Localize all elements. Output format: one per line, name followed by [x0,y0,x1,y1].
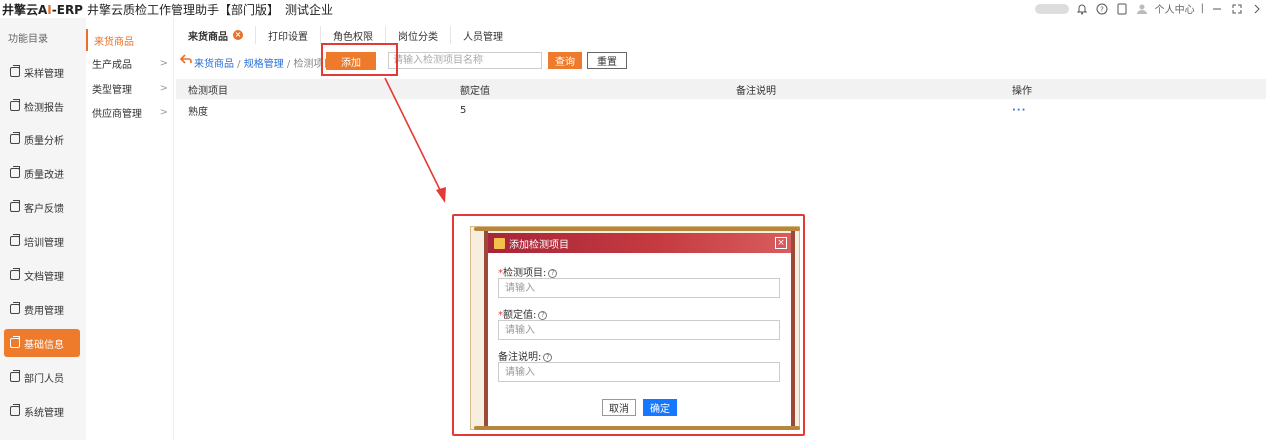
tab-label: 人员管理 [463,31,503,43]
sidebar-item-reports[interactable]: 检测报告 [4,92,80,120]
sidebar-item-label: 质量分析 [24,135,64,147]
top-bar: 井擎云AI-ERP 井擎云质检工作管理助手【部门版】 测试企业 ? 个人中心 | [0,0,1268,18]
close-icon[interactable]: × [233,30,243,40]
sidebar-item-label: 文档管理 [24,271,64,283]
sidebar-item-label: 基础信息 [24,339,64,351]
window-icon [10,268,20,280]
sidebar-item-label: 检测报告 [24,102,64,114]
sidebar-item-label: 培训管理 [24,237,64,249]
subnav-item-label: 供应商管理 [92,108,142,120]
tab-incoming-goods[interactable]: 来货商品 × [176,26,256,44]
tab-position-categories[interactable]: 岗位分类 [386,26,451,44]
sidebar-item-basic-info[interactable]: 基础信息 [4,329,80,357]
column-header: 操作 [1012,85,1032,97]
tab-label: 来货商品 [188,31,228,43]
help-icon[interactable]: ? [1095,2,1109,16]
window-icon [10,370,20,382]
column-header: 额定值 [460,85,490,97]
chevron-right-icon[interactable] [1250,2,1264,16]
tab-personnel-management[interactable]: 人员管理 [451,26,515,44]
subnav-item-type-management[interactable]: 类型管理 > [86,77,174,99]
table-header: 检测项目 额定值 备注说明 操作 [176,79,1266,99]
window-icon [10,200,20,212]
app-title: 井擎云质检工作管理助手【部门版】 [86,2,279,17]
sidebar-item-sampling[interactable]: 采样管理 [4,58,80,86]
window-icon [10,404,20,416]
topbar-actions: ? 个人中心 | [1034,1,1264,16]
modal-highlight [452,214,805,436]
table-row[interactable]: 熟度 5 ··· [176,99,1266,121]
window-icon [10,166,20,178]
tab-print-settings[interactable]: 打印设置 [256,26,321,44]
subnav-item-incoming-goods[interactable]: 来货商品 [86,29,174,51]
svg-text:?: ? [1100,5,1104,13]
breadcrumb-separator: / [234,59,244,70]
cell-rated-value: 5 [460,104,467,116]
sidebar-title: 功能目录 [8,34,48,45]
sidebar-item-training[interactable]: 培训管理 [4,227,80,255]
breadcrumb-link-spec-management[interactable]: 规格管理 [244,59,284,70]
theme-toggle[interactable] [1034,3,1069,14]
chevron-right-icon: > [159,57,168,69]
back-arrow-icon[interactable] [179,53,192,67]
column-header: 备注说明 [736,85,776,97]
sidebar-item-quality-analysis[interactable]: 质量分析 [4,125,80,153]
tab-label: 打印设置 [268,31,308,43]
data-table: 检测项目 额定值 备注说明 操作 熟度 5 ··· [176,79,1266,121]
sidebar-item-feedback[interactable]: 客户反馈 [4,193,80,221]
tab-label: 岗位分类 [398,31,438,43]
bell-icon[interactable] [1075,2,1089,16]
window-icon [10,234,20,246]
breadcrumb-link-incoming-goods[interactable]: 来货商品 [194,59,234,70]
cell-item: 熟度 [188,106,208,118]
phone-icon[interactable] [1115,2,1129,16]
sidebar-item-label: 系统管理 [24,407,64,419]
more-actions-icon[interactable]: ··· [1000,105,1266,116]
separator: | [1200,3,1204,14]
query-button[interactable]: 查询 [548,52,582,69]
subnav-item-label: 来货商品 [94,36,134,48]
subnav-item-supplier-management[interactable]: 供应商管理 > [86,101,174,123]
reset-button[interactable]: 重置 [587,52,627,69]
breadcrumb-separator: / [283,59,294,70]
window-icon [10,99,20,111]
add-button-highlight [321,43,398,76]
brand-logo: 井擎云AI-ERP [2,2,83,17]
sidebar-item-label: 质量改进 [24,169,64,181]
sidebar: 功能目录 采样管理 检测报告 质量分析 质量改进 客户反馈 培训管理 文档管理 … [0,18,86,440]
user-center-link[interactable]: 个人中心 [1155,1,1195,16]
window-icon [10,65,20,77]
window-icon [10,132,20,144]
window-icon [10,302,20,314]
fullscreen-icon[interactable] [1230,2,1244,16]
tab-label: 角色权限 [333,31,373,43]
sidebar-item-expenses[interactable]: 费用管理 [4,295,80,323]
sidebar-item-label: 客户反馈 [24,203,64,215]
sidebar-item-documents[interactable]: 文档管理 [4,261,80,289]
chevron-right-icon: > [159,82,168,94]
sidebar-item-label: 部门人员 [24,373,64,385]
subnav-item-finished-products[interactable]: 生产成品 > [86,52,174,74]
subnav-item-label: 类型管理 [92,84,132,96]
sidebar-item-label: 采样管理 [24,68,64,80]
avatar[interactable] [1135,2,1149,16]
subnav-item-label: 生产成品 [92,59,132,71]
chevron-right-icon: > [159,106,168,118]
tab-role-permissions[interactable]: 角色权限 [321,26,386,44]
window-icon [10,336,20,348]
column-header: 检测项目 [188,85,228,97]
sub-navigation: 来货商品 生产成品 > 类型管理 > 供应商管理 > [86,18,174,440]
sidebar-item-quality-improvement[interactable]: 质量改进 [4,159,80,187]
sidebar-item-label: 费用管理 [24,305,64,317]
sidebar-item-system[interactable]: 系统管理 [4,397,80,425]
minimize-icon[interactable] [1210,2,1224,16]
search-input[interactable] [388,52,542,69]
breadcrumb: 来货商品 / 规格管理 / 检测项目 [194,55,333,70]
company-name: 测试企业 [285,2,334,17]
tab-bar: 来货商品 × 打印设置 角色权限 岗位分类 人员管理 [176,26,515,44]
sidebar-item-department-staff[interactable]: 部门人员 [4,363,80,391]
